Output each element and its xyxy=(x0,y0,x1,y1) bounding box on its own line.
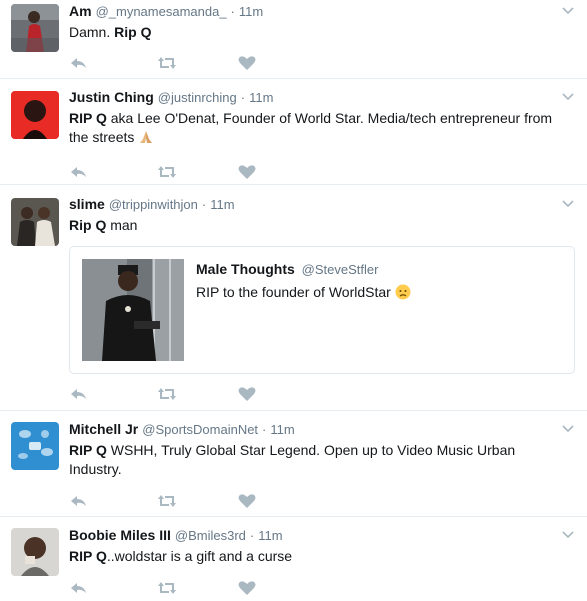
tweet-text: Rip Q man xyxy=(69,216,569,235)
chevron-down-icon[interactable] xyxy=(561,6,575,16)
heart-icon[interactable] xyxy=(237,493,257,509)
tweet-text-rest: WSHH, Truly Global Star Legend. Open up … xyxy=(69,442,516,477)
tweet-text-pre: Damn. xyxy=(69,24,115,40)
avatar[interactable] xyxy=(11,528,59,576)
heart-icon[interactable] xyxy=(237,55,257,71)
quoted-tweet-text: RIP to the founder of WorldStar xyxy=(196,283,411,304)
praying-hands-emoji xyxy=(138,129,154,150)
separator-dot: · xyxy=(262,422,267,437)
username[interactable]: @Bmiles3rd xyxy=(175,527,246,545)
quoted-text: RIP to the founder of WorldStar xyxy=(196,284,391,300)
timestamp[interactable]: 11m xyxy=(270,421,294,439)
tweet-text-bold: Rip Q xyxy=(69,217,107,233)
quoted-tweet[interactable]: Male Thoughts @SteveStfler RIP to the fo… xyxy=(69,246,575,374)
display-name[interactable]: Mitchell Jr xyxy=(69,420,138,438)
retweet-icon[interactable] xyxy=(157,164,177,180)
separator-dot: · xyxy=(230,4,235,19)
quoted-display-name[interactable]: Male Thoughts xyxy=(196,261,295,277)
heart-icon[interactable] xyxy=(237,386,257,402)
display-name[interactable]: slime xyxy=(69,195,105,213)
tweet-text: RIP Q WSHH, Truly Global Star Legend. Op… xyxy=(69,441,569,479)
sad-face-emoji xyxy=(395,284,411,304)
tweet-text: Damn. Rip Q xyxy=(69,23,569,42)
timestamp[interactable]: 11m xyxy=(239,3,263,21)
tweet-text-bold: Rip Q xyxy=(114,24,152,40)
reply-icon[interactable] xyxy=(69,386,89,402)
reply-icon[interactable] xyxy=(69,580,89,596)
tweet-text-bold: RIP Q xyxy=(69,548,107,564)
avatar[interactable] xyxy=(11,4,59,52)
avatar[interactable] xyxy=(11,198,59,246)
quoted-username[interactable]: @SteveStfler xyxy=(302,262,379,277)
separator-dot: · xyxy=(249,528,255,543)
display-name[interactable]: Boobie Miles III xyxy=(69,526,171,544)
tweet[interactable]: Boobie Miles III @Bmiles3rd · 11m RIP Q.… xyxy=(0,517,587,601)
man-on-subway-photo[interactable] xyxy=(82,259,184,361)
timeline: Am @_mynamesamanda_ · 11m Damn. Rip Q Ju… xyxy=(0,0,587,601)
tweet-text-rest: man xyxy=(106,217,138,233)
chevron-down-icon[interactable] xyxy=(561,199,575,209)
tweet[interactable]: slime @trippinwithjon · 11m Rip Q man Ma… xyxy=(0,185,587,411)
reply-icon[interactable] xyxy=(69,164,89,180)
separator-dot: · xyxy=(201,197,207,212)
tweet-text-bold: RIP Q xyxy=(69,110,107,126)
retweet-icon[interactable] xyxy=(157,55,177,71)
tweet[interactable]: Am @_mynamesamanda_ · 11m Damn. Rip Q xyxy=(0,0,587,79)
timestamp[interactable]: 11m xyxy=(258,527,282,545)
separator-dot: · xyxy=(240,90,246,105)
tweet-text: RIP Q..woldstar is a gift and a curse xyxy=(69,547,569,566)
reply-icon[interactable] xyxy=(69,493,89,509)
retweet-icon[interactable] xyxy=(157,386,177,402)
reply-icon[interactable] xyxy=(69,55,89,71)
timestamp[interactable]: 11m xyxy=(210,196,234,214)
username[interactable]: @_mynamesamanda_ xyxy=(96,3,227,21)
display-name[interactable]: Am xyxy=(69,2,92,20)
heart-icon[interactable] xyxy=(237,580,257,596)
username[interactable]: @justinrching xyxy=(158,89,237,107)
username[interactable]: @SportsDomainNet xyxy=(142,421,258,439)
chevron-down-icon[interactable] xyxy=(561,92,575,102)
tweet-text-bold: RIP Q xyxy=(69,442,107,458)
tweet[interactable]: Mitchell Jr @SportsDomainNet · 11m RIP Q… xyxy=(0,411,587,517)
timestamp[interactable]: 11m xyxy=(249,89,273,107)
tweet[interactable]: Justin Ching @justinrching · 11m RIP Q a… xyxy=(0,79,587,185)
retweet-icon[interactable] xyxy=(157,580,177,596)
avatar[interactable] xyxy=(11,91,59,139)
heart-icon[interactable] xyxy=(237,164,257,180)
chevron-down-icon[interactable] xyxy=(561,530,575,540)
avatar[interactable] xyxy=(11,422,59,470)
retweet-icon[interactable] xyxy=(157,493,177,509)
display-name[interactable]: Justin Ching xyxy=(69,88,154,106)
tweet-text: RIP Q aka Lee O'Denat, Founder of World … xyxy=(69,109,569,150)
tweet-text-rest: ..woldstar is a gift and a curse xyxy=(106,548,293,564)
chevron-down-icon[interactable] xyxy=(561,424,575,434)
username[interactable]: @trippinwithjon xyxy=(109,196,198,214)
